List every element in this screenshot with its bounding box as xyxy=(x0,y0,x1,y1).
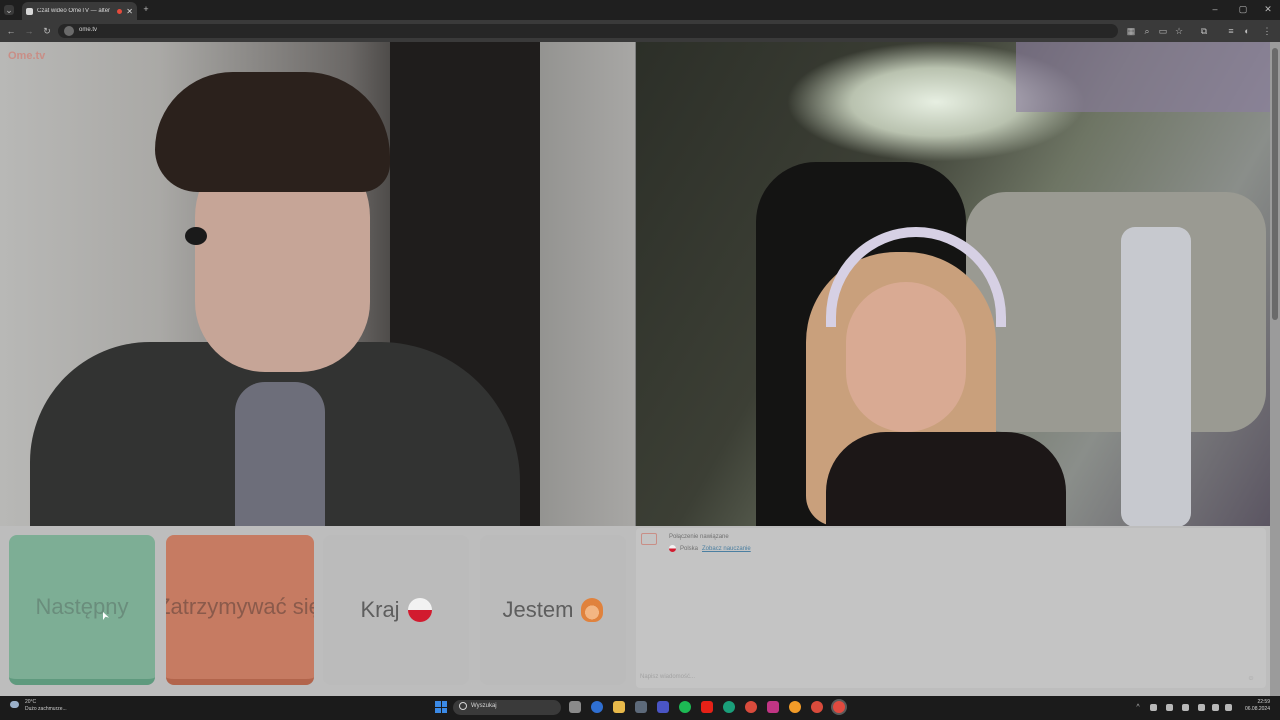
country-button-label: Kraj xyxy=(360,597,400,622)
gender-button[interactable]: Jestem xyxy=(480,535,626,685)
chat-poland-flag-icon xyxy=(669,545,676,552)
menu-icon[interactable]: ⋮ xyxy=(1262,26,1272,36)
stranger-video xyxy=(636,42,1270,526)
instagram-icon[interactable] xyxy=(767,701,779,713)
clock-time: 22:59 xyxy=(1257,699,1270,705)
bookmark-star-icon[interactable]: ☆ xyxy=(1174,26,1184,36)
battery-icon[interactable] xyxy=(1225,704,1232,711)
browser-icon[interactable] xyxy=(789,701,801,713)
country-button[interactable]: Kraj xyxy=(323,535,469,685)
app-icon[interactable] xyxy=(657,701,669,713)
search-icon xyxy=(459,702,467,710)
edge-icon[interactable] xyxy=(723,701,735,713)
browser-tab[interactable]: Czat wideo OmeTV — alter ✕ xyxy=(22,2,137,20)
url-text[interactable]: ome.tv xyxy=(79,27,97,33)
store-icon[interactable] xyxy=(635,701,647,713)
person-shirt-shape xyxy=(235,382,325,526)
poland-flag-icon xyxy=(407,598,432,622)
gender-button-label: Jestem xyxy=(502,597,574,622)
tab-close-icon[interactable]: ✕ xyxy=(126,7,133,16)
extensions-icon[interactable]: ⧉ xyxy=(1199,26,1209,36)
favicon-icon xyxy=(26,7,33,15)
chrome-alt-icon[interactable] xyxy=(811,701,823,713)
volume-icon[interactable] xyxy=(1212,704,1219,711)
tab-bar xyxy=(0,0,1280,20)
url-bar[interactable] xyxy=(58,24,1118,38)
chrome-active-icon[interactable] xyxy=(833,701,845,713)
media-icon[interactable]: ≡ xyxy=(1226,26,1236,36)
reload-icon[interactable]: ↻ xyxy=(42,26,52,36)
stop-button[interactable]: Zatrzymywać się xyxy=(166,535,314,685)
person-top-shape-right xyxy=(826,432,1066,526)
site-info-icon[interactable] xyxy=(64,26,74,36)
tray-app-icon[interactable] xyxy=(1150,704,1157,711)
taskbar-clock[interactable]: 22:59 06.08.2024 xyxy=(1240,699,1270,713)
local-video xyxy=(0,42,635,526)
earbud-shape xyxy=(185,227,207,245)
country-message: Polska Zobacz nauczanie xyxy=(669,545,751,552)
scrollbar-thumb[interactable] xyxy=(1272,48,1278,320)
microphone-icon[interactable] xyxy=(1182,704,1189,711)
cloud-icon xyxy=(10,701,19,708)
stop-button-label: Zatrzymywać się xyxy=(166,594,314,619)
minimize-button[interactable]: – xyxy=(1210,4,1220,14)
translate-icon[interactable]: ▦ xyxy=(1126,26,1136,36)
send-icon[interactable]: ☺ xyxy=(1246,674,1256,684)
person-hair-shape xyxy=(155,72,390,192)
wifi-icon[interactable] xyxy=(1198,704,1205,711)
close-window-button[interactable]: ✕ xyxy=(1263,4,1273,14)
ceiling-shape xyxy=(1016,42,1270,112)
cast-icon[interactable]: ▭ xyxy=(1158,26,1168,36)
windows-start-icon[interactable] xyxy=(435,701,447,713)
tower-fan-shape xyxy=(1121,227,1191,526)
new-tab-button[interactable]: + xyxy=(141,4,151,14)
back-icon[interactable]: ← xyxy=(6,26,16,36)
chat-logo-icon xyxy=(641,533,657,545)
taskbar-search[interactable] xyxy=(453,700,561,715)
clock-date: 06.08.2024 xyxy=(1244,706,1270,712)
youtube-icon[interactable] xyxy=(701,701,713,713)
weather-desc: Dużo zachmurze... xyxy=(25,706,67,712)
zoom-icon[interactable]: ⌕ xyxy=(1142,26,1152,36)
bed-shape xyxy=(966,192,1266,432)
taskbar-search-text[interactable]: Wyszukaj xyxy=(471,703,497,709)
weather-temp: 20°C xyxy=(25,699,37,705)
tray-chevron-icon[interactable]: ^ xyxy=(1134,703,1142,713)
spotify-icon[interactable] xyxy=(679,701,691,713)
chat-link[interactable]: Zobacz nauczanie xyxy=(702,546,751,552)
chat-input[interactable]: Napisz wiadomość... xyxy=(640,674,695,680)
tab-search-icon[interactable]: ⌄ xyxy=(4,5,14,15)
forward-icon[interactable]: → xyxy=(24,26,34,36)
maximize-button[interactable]: ▢ xyxy=(1238,4,1248,14)
task-view-icon[interactable] xyxy=(569,701,581,713)
site-logo[interactable]: Ome.tv xyxy=(8,50,45,62)
profile-icon[interactable]: ◐ xyxy=(1242,26,1252,36)
chrome-icon[interactable] xyxy=(745,701,757,713)
tray-app2-icon[interactable] xyxy=(1166,704,1173,711)
next-button[interactable]: Następny xyxy=(9,535,155,685)
connection-message: Połączenie nawiązane xyxy=(669,534,729,540)
file-explorer-icon[interactable] xyxy=(613,701,625,713)
tab-title: Czat wideo OmeTV — alter xyxy=(37,8,111,14)
next-button-label: Następny xyxy=(35,594,129,619)
chat-country-label: Polska xyxy=(680,545,699,552)
recording-icon xyxy=(117,8,123,14)
facebook-icon[interactable] xyxy=(591,701,603,713)
woman-emoji-icon xyxy=(581,598,604,622)
chat-panel xyxy=(636,528,1266,688)
